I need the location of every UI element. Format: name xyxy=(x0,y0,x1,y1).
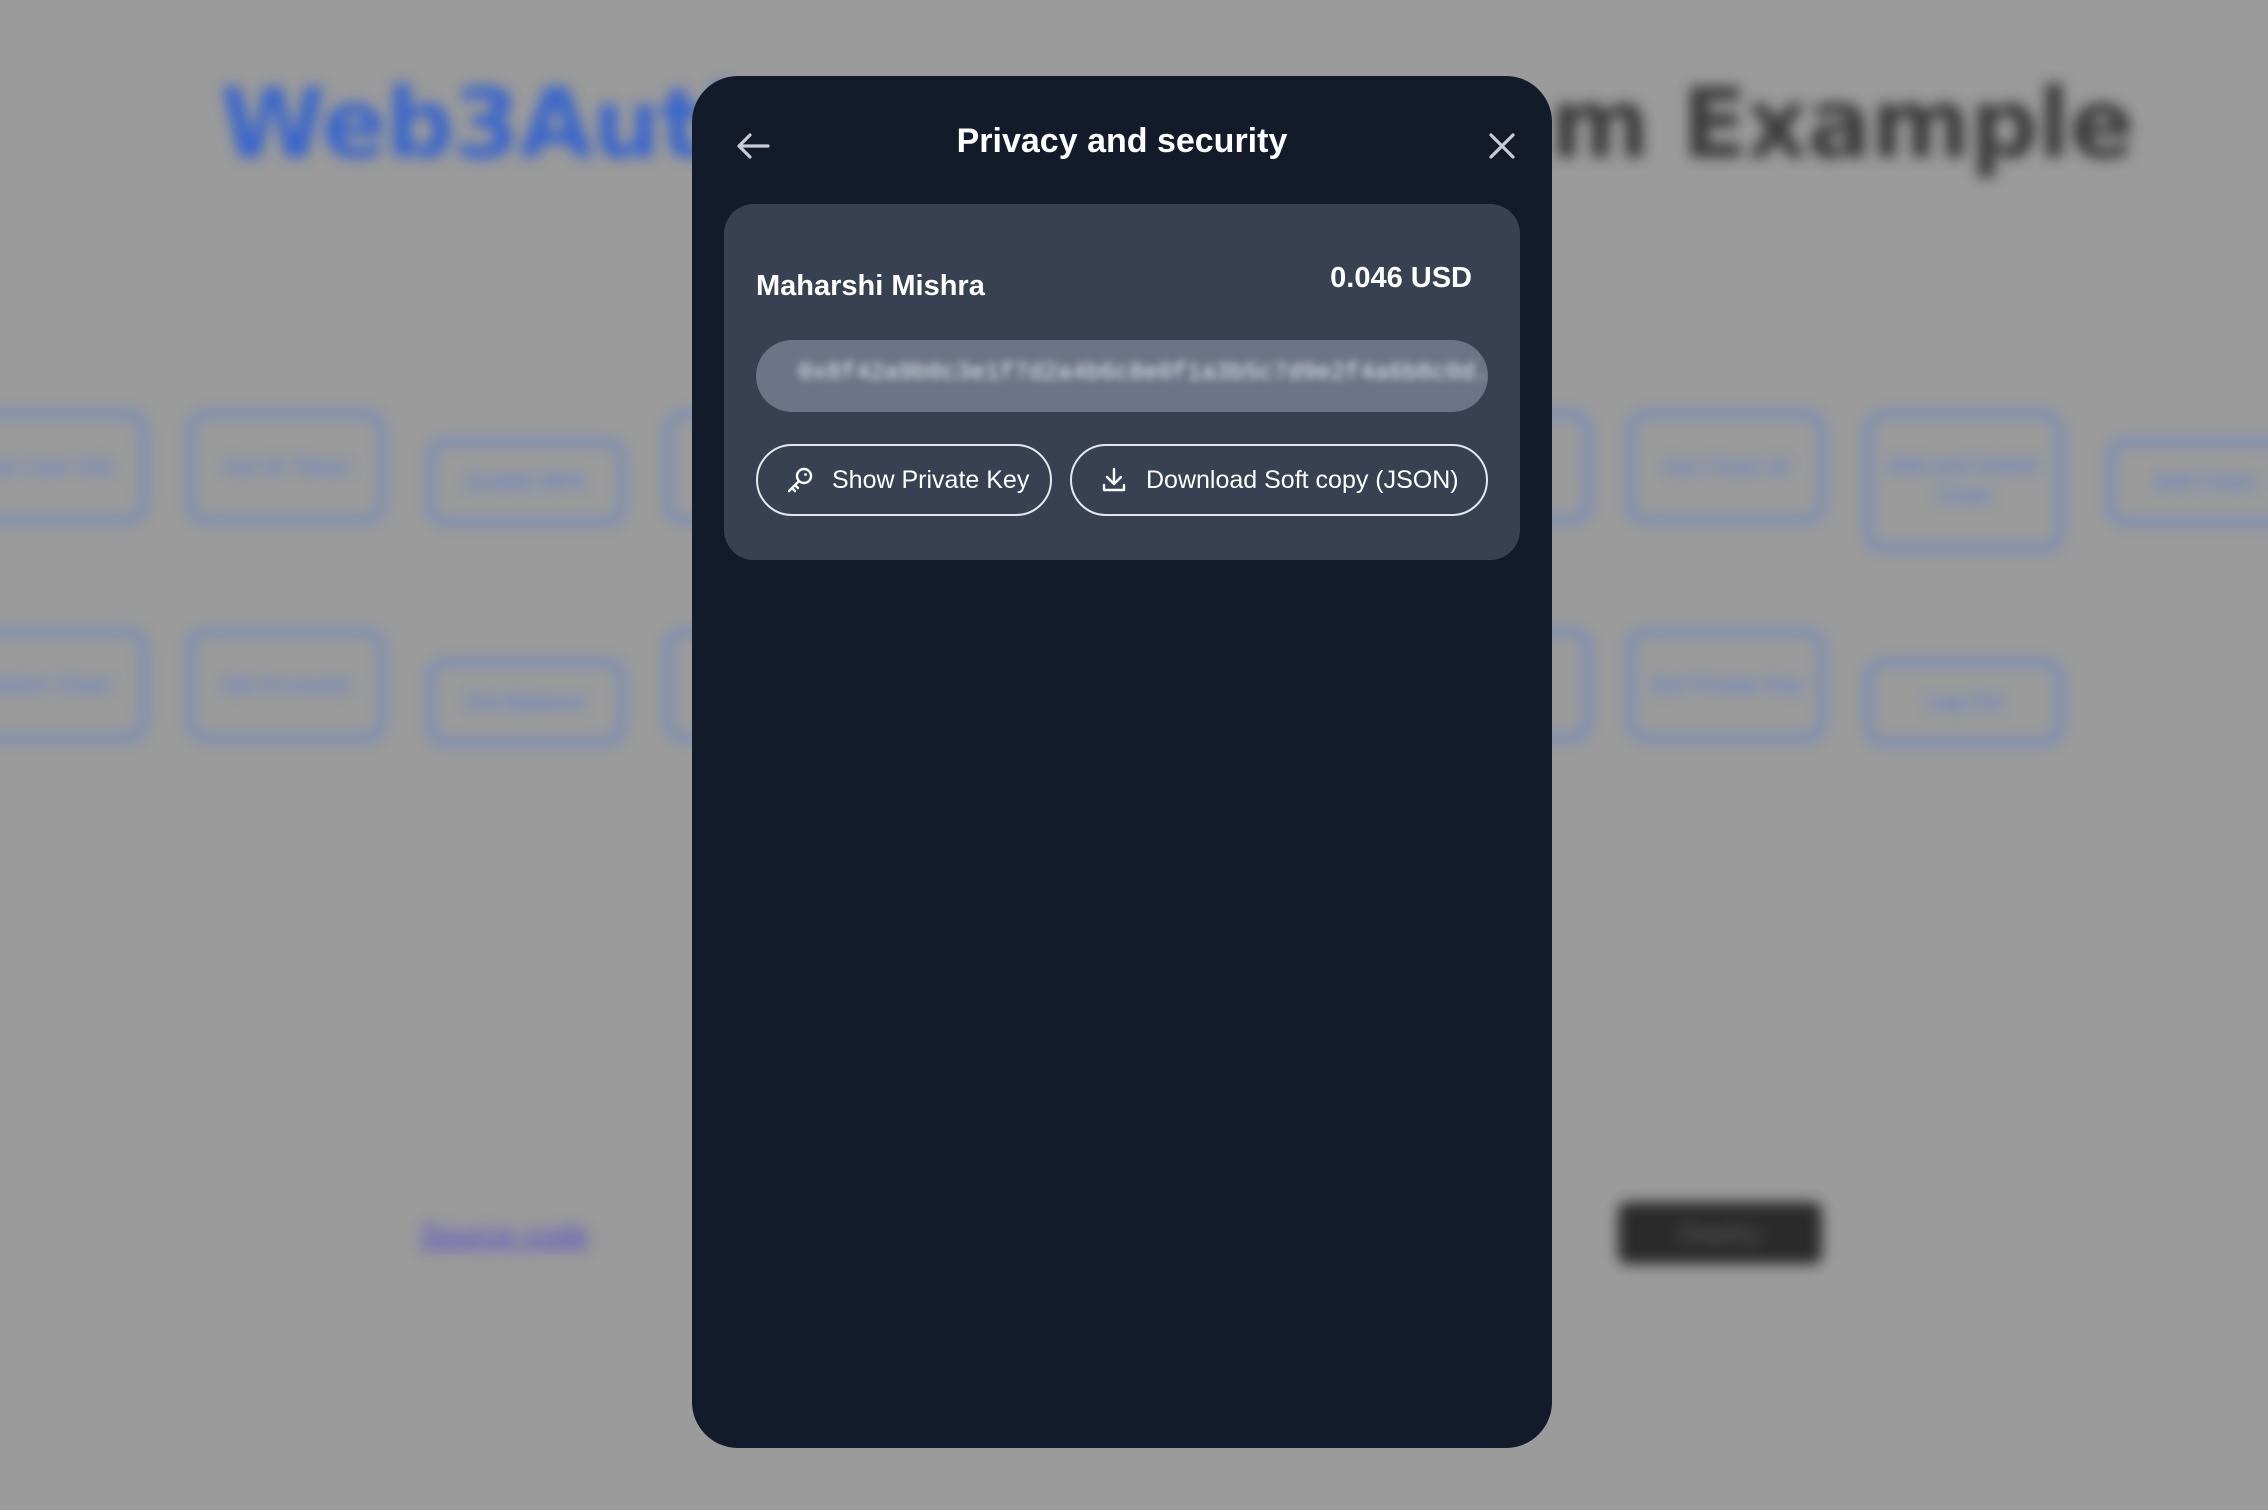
modal-title: Privacy and security xyxy=(956,122,1288,160)
source-code-link: Source code xyxy=(420,1218,589,1251)
page-title-rest: m Example xyxy=(1550,68,2134,180)
close-icon xyxy=(1489,133,1515,159)
add-switch-chain-button: Add and Switch Chain xyxy=(1866,412,2062,550)
get-private-key-button: Get Private Key xyxy=(1628,630,1824,740)
privacy-security-modal: Privacy and security Maharshi Mishra 0.0… xyxy=(692,76,1552,1448)
key-icon xyxy=(784,464,816,496)
wallet-address-masked: 0x8f42a9b0c3e1f7d2a4b6c8e0f1a3b5c7d9e2f4… xyxy=(798,360,1488,387)
log-out-button: Log Out xyxy=(1866,660,2062,744)
account-card: Maharshi Mishra 0.046 USD 0x8f42a9b0c3e1… xyxy=(724,204,1520,560)
get-id-token-button: Get ID Token xyxy=(188,412,384,522)
enable-mfa-button: Enable MFA xyxy=(428,440,624,524)
page-title-brand: Web3Auth xyxy=(220,68,773,180)
wallet-address-field[interactable]: 0x8f42a9b0c3e1f7d2a4b6c8e0f1a3b5c7d9e2f4… xyxy=(756,340,1488,412)
download-soft-copy-button[interactable]: Download Soft copy (JSON) xyxy=(1070,444,1488,516)
add-chain-button: Add Chain xyxy=(2108,440,2268,524)
switch-chain-button: Switch Chain xyxy=(0,630,146,740)
download-soft-copy-label: Download Soft copy (JSON) xyxy=(1146,465,1459,494)
get-accounts-button: Get Accounts xyxy=(188,630,384,740)
account-balance: 0.046 USD xyxy=(1330,262,1472,294)
account-name: Maharshi Mishra xyxy=(756,270,985,302)
show-private-key-label: Show Private Key xyxy=(832,465,1030,494)
get-balance-button: Get Balance xyxy=(428,660,624,744)
show-private-key-button[interactable]: Show Private Key xyxy=(756,444,1052,516)
deploy-button: Deploy xyxy=(1618,1202,1822,1264)
download-icon xyxy=(1098,464,1130,496)
get-user-info-button: Get User Info xyxy=(0,412,146,522)
close-button[interactable] xyxy=(1472,116,1532,176)
get-chain-id-button: Get Chain ID xyxy=(1628,412,1824,522)
